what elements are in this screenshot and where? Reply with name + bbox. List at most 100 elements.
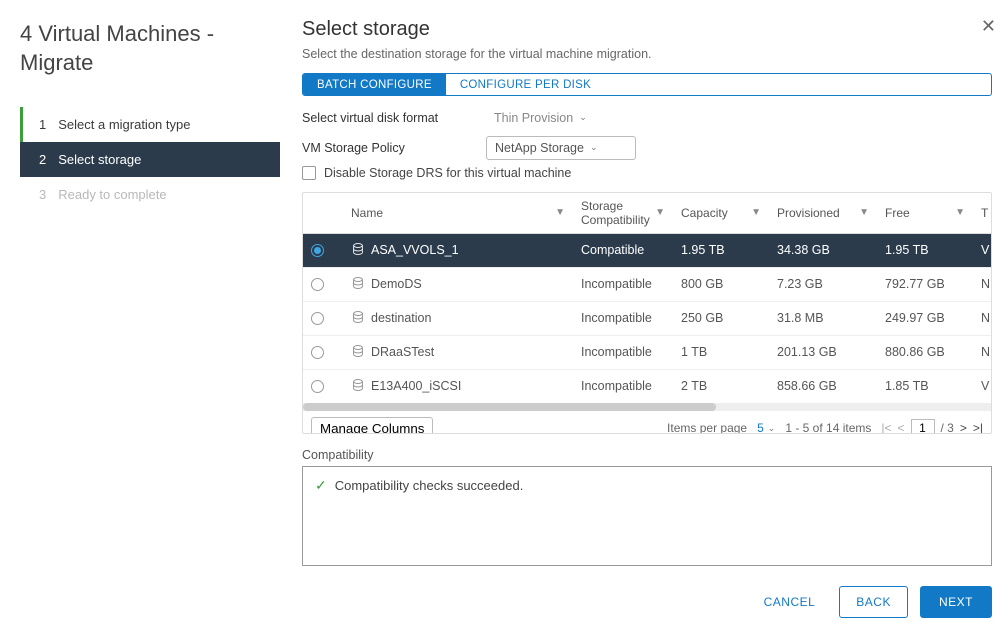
table-row[interactable]: E13A400_iSCSIIncompatible2 TB858.66 GB1.… [303,370,991,403]
disk-format-select[interactable]: Thin Provision ⌄ [486,106,636,130]
cell-capacity: 1.95 TB [673,235,769,265]
filter-icon[interactable]: ▼ [655,207,665,218]
vm-storage-policy-label: VM Storage Policy [302,141,472,155]
last-page-button[interactable]: >| [973,421,983,434]
disable-drs-label: Disable Storage DRS for this virtual mac… [324,166,571,180]
horizontal-scrollbar[interactable] [303,403,991,411]
cancel-button[interactable]: CANCEL [752,586,828,618]
disk-format-label: Select virtual disk format [302,111,472,125]
main-panel: ✕ Select storage Select the destination … [280,0,1008,634]
first-page-button[interactable]: |< [881,421,891,434]
cell-provisioned: 34.38 GB [769,235,877,265]
tab-batch-configure[interactable]: BATCH CONFIGURE [303,74,446,95]
chevron-down-icon: ⌄ [579,112,587,123]
items-per-page-select[interactable]: 5⌄ [757,421,775,434]
compatibility-label: Compatibility [302,448,992,462]
col-name[interactable]: Name▼ [343,200,573,226]
step-label: Select storage [58,152,141,167]
manage-columns-button[interactable]: Manage Columns [311,417,433,434]
cell-type: N [973,269,991,299]
cell-compat: Incompatible [573,303,673,333]
compatibility-message: Compatibility checks succeeded. [335,478,524,493]
disable-drs-checkbox[interactable] [302,166,316,180]
vm-storage-policy-value: NetApp Storage [495,141,584,155]
items-per-page-label: Items per page [667,421,747,434]
cell-free: 1.95 TB [877,235,973,265]
col-free[interactable]: Free▼ [877,200,973,226]
datastore-icon [351,378,365,395]
chevron-down-icon: ⌄ [590,142,598,153]
step-label: Ready to complete [58,187,166,202]
page-title: Select storage [302,18,992,41]
cell-compat: Incompatible [573,337,673,367]
cell-type: N [973,303,991,333]
tab-configure-per-disk[interactable]: CONFIGURE PER DISK [446,74,605,95]
pager: |< < / 3 > >| [881,419,983,434]
col-provisioned[interactable]: Provisioned▼ [769,200,877,226]
table-row[interactable]: destinationIncompatible250 GB31.8 MB249.… [303,302,991,336]
datastore-icon [351,276,365,293]
datastore-icon [351,344,365,361]
datastore-name: DemoDS [371,277,422,291]
row-radio[interactable] [311,380,324,393]
table-footer: Manage Columns Items per page 5⌄ 1 - 5 o… [303,411,991,434]
chevron-down-icon: ⌄ [768,423,776,434]
check-icon: ✓ [315,477,327,494]
step-number: 2 [39,152,46,167]
row-radio[interactable] [311,312,324,325]
table-header: Name▼ Storage Compatibility▼ Capacity▼ P… [303,193,991,234]
filter-icon[interactable]: ▼ [555,207,565,218]
page-input[interactable] [911,419,935,434]
cell-compat: Incompatible [573,371,673,401]
filter-icon[interactable]: ▼ [955,207,965,218]
step-number: 1 [39,117,46,132]
row-radio[interactable] [311,244,324,257]
table-body: ASA_VVOLS_1Compatible1.95 TB34.38 GB1.95… [303,234,991,403]
back-button[interactable]: BACK [839,586,908,618]
prev-page-button[interactable]: < [898,421,905,434]
cell-type: N [973,337,991,367]
vm-storage-policy-row: VM Storage Policy NetApp Storage ⌄ [302,136,992,160]
step-select-migration-type[interactable]: 1 Select a migration type [20,107,280,142]
step-label: Select a migration type [58,117,190,132]
wizard-sidebar: 4 Virtual Machines - Migrate 1 Select a … [0,0,280,634]
disable-drs-row: Disable Storage DRS for this virtual mac… [302,166,992,180]
filter-icon[interactable]: ▼ [751,207,761,218]
row-radio[interactable] [311,346,324,359]
table-row[interactable]: ASA_VVOLS_1Compatible1.95 TB34.38 GB1.95… [303,234,991,268]
table-row[interactable]: DRaaSTestIncompatible1 TB201.13 GB880.86… [303,336,991,370]
datastore-icon [351,310,365,327]
table-row[interactable]: DemoDSIncompatible800 GB7.23 GB792.77 GB… [303,268,991,302]
wizard-title: 4 Virtual Machines - Migrate [20,20,280,77]
cell-free: 792.77 GB [877,269,973,299]
next-button[interactable]: NEXT [920,586,992,618]
row-radio[interactable] [311,278,324,291]
scrollbar-thumb[interactable] [303,403,716,411]
datastore-table: Name▼ Storage Compatibility▼ Capacity▼ P… [302,192,992,434]
configure-tabs: BATCH CONFIGURE CONFIGURE PER DISK [302,73,992,96]
cell-free: 249.97 GB [877,303,973,333]
datastore-name: destination [371,311,431,325]
step-number: 3 [39,187,46,202]
datastore-name: E13A400_iSCSI [371,379,461,393]
filter-icon[interactable]: ▼ [859,207,869,218]
page-subtitle: Select the destination storage for the v… [302,47,992,61]
cell-capacity: 1 TB [673,337,769,367]
disk-format-row: Select virtual disk format Thin Provisio… [302,106,992,130]
vm-storage-policy-select[interactable]: NetApp Storage ⌄ [486,136,636,160]
col-capacity[interactable]: Capacity▼ [673,200,769,226]
cell-type: V [973,371,991,401]
col-compat[interactable]: Storage Compatibility▼ [573,193,673,233]
cell-provisioned: 7.23 GB [769,269,877,299]
close-button[interactable]: ✕ [981,16,996,37]
cell-capacity: 2 TB [673,371,769,401]
step-select-storage[interactable]: 2 Select storage [20,142,280,177]
cell-free: 1.85 TB [877,371,973,401]
datastore-name: DRaaSTest [371,345,434,359]
cell-type: V [973,235,991,265]
total-pages: / 3 [941,421,954,434]
col-type[interactable]: T [973,200,991,226]
next-page-button[interactable]: > [960,421,967,434]
compatibility-box: ✓ Compatibility checks succeeded. [302,466,992,566]
range-text: 1 - 5 of 14 items [785,421,871,434]
